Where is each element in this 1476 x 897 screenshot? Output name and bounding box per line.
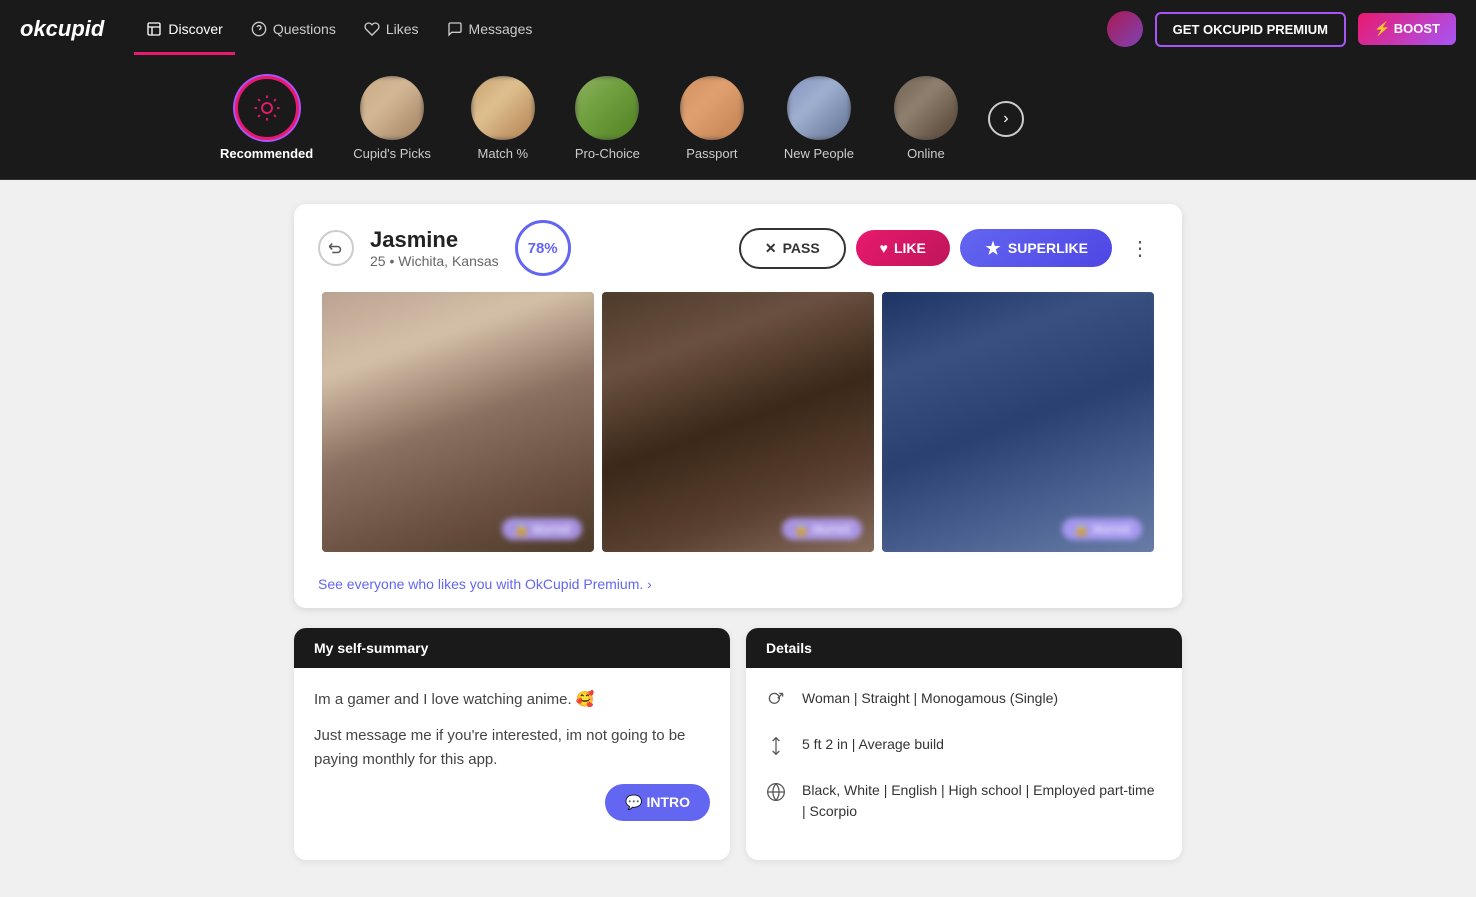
category-recommended-label: Recommended <box>220 146 313 161</box>
premium-prompt[interactable]: See everyone who likes you with OkCupid … <box>294 568 1182 608</box>
app-logo: okcupid <box>20 16 104 42</box>
superlike-label: SUPERLIKE <box>1008 240 1088 256</box>
photo-1[interactable]: 🔒 blurred <box>322 292 594 552</box>
profile-card: Jasmine 25 • Wichita, Kansas 78% ✕ PASS … <box>294 204 1182 608</box>
category-next-button[interactable]: › <box>988 101 1024 137</box>
category-new-people[interactable]: New People <box>764 68 874 169</box>
recommended-thumb <box>235 76 299 140</box>
info-grid: My self-summary Im a gamer and I love wa… <box>294 628 1182 860</box>
detail-background-text: Black, White | English | High school | E… <box>802 780 1162 822</box>
profile-age: 25 <box>370 253 386 269</box>
nav-links: Discover Questions Likes Messages <box>134 13 1106 45</box>
category-bar: Recommended Cupid's Picks Match % Pro-Ch… <box>0 58 1476 180</box>
heart-like-icon: ♥ <box>880 240 888 256</box>
heart-nav-icon <box>364 21 380 37</box>
nav-likes-label: Likes <box>386 21 419 37</box>
photo-2[interactable]: 🔒 blurred <box>602 292 874 552</box>
category-passport[interactable]: Passport <box>660 68 764 169</box>
category-new-people-label: New People <box>784 146 854 161</box>
undo-button[interactable] <box>318 230 354 266</box>
like-label: LIKE <box>894 240 926 256</box>
photo-grid: 🔒 blurred 🔒 blurred 🔒 blurred <box>294 292 1182 568</box>
superlike-icon <box>984 239 1002 257</box>
profile-name-block: Jasmine 25 • Wichita, Kansas <box>370 227 499 269</box>
cupids-picks-thumb <box>360 76 424 140</box>
category-cupids-picks[interactable]: Cupid's Picks <box>333 68 451 169</box>
category-match[interactable]: Match % <box>451 68 555 169</box>
like-button[interactable]: ♥ LIKE <box>856 230 950 266</box>
category-passport-label: Passport <box>686 146 737 161</box>
self-summary-header: My self-summary <box>294 628 730 668</box>
nav-likes[interactable]: Likes <box>352 13 431 45</box>
category-cupids-picks-label: Cupid's Picks <box>353 146 431 161</box>
detail-row-height: 5 ft 2 in | Average build <box>766 734 1162 762</box>
compass-icon <box>146 21 162 37</box>
sun-heart-icon <box>252 93 282 123</box>
boost-button[interactable]: ⚡ BOOST <box>1358 13 1456 45</box>
summary-text-2: Just message me if you're interested, im… <box>314 724 710 772</box>
nav-messages[interactable]: Messages <box>435 13 545 45</box>
detail-height-text: 5 ft 2 in | Average build <box>802 734 944 755</box>
passport-thumb <box>680 76 744 140</box>
globe-icon <box>766 782 790 808</box>
details-body: Woman | Straight | Monogamous (Single) 5… <box>746 668 1182 860</box>
summary-text-1: Im a gamer and I love watching anime. 🥰 <box>314 688 710 712</box>
gender-icon <box>766 690 790 716</box>
nav-discover[interactable]: Discover <box>134 13 234 45</box>
match-circle: 78% <box>515 220 571 276</box>
profile-city: Wichita, Kansas <box>398 253 498 269</box>
details-header: Details <box>746 628 1182 668</box>
category-pro-choice-label: Pro-Choice <box>575 146 640 161</box>
height-icon <box>766 736 790 762</box>
nav-discover-label: Discover <box>168 21 222 37</box>
category-pro-choice[interactable]: Pro-Choice <box>555 68 660 169</box>
profile-header: Jasmine 25 • Wichita, Kansas 78% ✕ PASS … <box>294 204 1182 292</box>
message-nav-icon <box>447 21 463 37</box>
nav-messages-label: Messages <box>469 21 533 37</box>
self-summary-section: My self-summary Im a gamer and I love wa… <box>294 628 730 860</box>
online-thumb <box>894 76 958 140</box>
profile-name: Jasmine <box>370 227 499 253</box>
category-online-label: Online <box>907 146 945 161</box>
match-percent: 78% <box>528 240 558 257</box>
detail-row-gender: Woman | Straight | Monogamous (Single) <box>766 688 1162 716</box>
undo-icon <box>327 239 345 257</box>
detail-gender-text: Woman | Straight | Monogamous (Single) <box>802 688 1058 709</box>
top-nav: okcupid Discover Questions Likes Message… <box>0 0 1476 58</box>
avatar[interactable] <box>1107 11 1143 47</box>
match-thumb <box>471 76 535 140</box>
action-buttons: ✕ PASS ♥ LIKE SUPERLIKE ⋮ <box>739 228 1158 269</box>
pro-choice-thumb <box>575 76 639 140</box>
category-online[interactable]: Online <box>874 68 978 169</box>
photo-badge-2: 🔒 blurred <box>782 518 862 540</box>
photo-badge-3: 🔒 blurred <box>1062 518 1142 540</box>
question-icon <box>251 21 267 37</box>
pass-button[interactable]: ✕ PASS <box>739 228 846 269</box>
detail-row-background: Black, White | English | High school | E… <box>766 780 1162 822</box>
new-people-thumb <box>787 76 851 140</box>
intro-button[interactable]: 💬 INTRO <box>605 784 710 821</box>
main-content: Jasmine 25 • Wichita, Kansas 78% ✕ PASS … <box>278 204 1198 860</box>
category-recommended[interactable]: Recommended <box>200 68 333 169</box>
details-section: Details Woman | Straight | Monogamous (S… <box>746 628 1182 860</box>
category-match-label: Match % <box>478 146 529 161</box>
photo-badge-1: 🔒 blurred <box>502 518 582 540</box>
self-summary-body: Im a gamer and I love watching anime. 🥰 … <box>294 668 730 804</box>
profile-location-separator: • <box>389 253 398 269</box>
pass-label: PASS <box>783 240 820 256</box>
premium-button[interactable]: GET OKCUPID PREMIUM <box>1155 12 1346 47</box>
photo-3[interactable]: 🔒 blurred <box>882 292 1154 552</box>
pass-x-icon: ✕ <box>765 240 777 257</box>
nav-right: GET OKCUPID PREMIUM ⚡ BOOST <box>1107 11 1456 47</box>
nav-questions[interactable]: Questions <box>239 13 348 45</box>
nav-questions-label: Questions <box>273 21 336 37</box>
more-options-button[interactable]: ⋮ <box>1122 232 1158 265</box>
profile-location: 25 • Wichita, Kansas <box>370 253 499 269</box>
superlike-button[interactable]: SUPERLIKE <box>960 229 1112 267</box>
